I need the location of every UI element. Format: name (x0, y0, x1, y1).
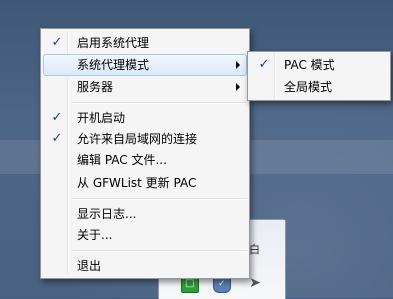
check-icon: ✓ (51, 131, 63, 146)
green-app-glyph: □ (185, 278, 195, 289)
menu-item-label: 允许来自局域网的连接 (77, 132, 198, 146)
menu-separator (71, 102, 247, 103)
menu-item-servers[interactable]: 服务器 (43, 76, 247, 98)
menu-separator (71, 250, 247, 251)
partial-tray-glyph: 白 (249, 243, 260, 256)
context-menu: ✓ 启用系统代理 系统代理模式 服务器 ✓ 开机启动 ✓ 允许来自局域网的连接 … (40, 28, 250, 279)
submenu-arrow-icon (236, 61, 240, 69)
menu-item-show-logs[interactable]: 显示日志... (43, 203, 247, 225)
menu-item-label: 全局模式 (284, 80, 333, 94)
proxy-mode-submenu: ✓ PAC 模式 全局模式 (247, 51, 391, 101)
menu-item-label: 启用系统代理 (77, 36, 150, 50)
submenu-arrow-icon (236, 83, 240, 91)
shield-glyph: ✓ (218, 279, 226, 289)
menu-item-label: 开机启动 (77, 111, 126, 125)
check-icon: ✓ (51, 35, 63, 50)
submenu-item-global-mode[interactable]: 全局模式 (250, 76, 388, 98)
menu-item-label: 服务器 (77, 80, 114, 94)
menu-item-about[interactable]: 关于... (43, 224, 247, 246)
check-icon: ✓ (258, 57, 270, 72)
menu-item-label: 关于... (77, 228, 113, 242)
menu-item-update-pac-gfwlist[interactable]: 从 GFWList 更新 PAC (43, 172, 247, 194)
menu-separator (71, 198, 247, 199)
check-icon: ✓ (51, 110, 63, 125)
menu-item-label: 退出 (77, 259, 102, 273)
submenu-item-pac-mode[interactable]: ✓ PAC 模式 (250, 54, 388, 76)
menu-item-label: 编辑 PAC 文件... (77, 153, 167, 167)
menu-item-start-on-boot[interactable]: ✓ 开机启动 (43, 107, 247, 129)
menu-item-edit-pac[interactable]: 编辑 PAC 文件... (43, 149, 247, 171)
menu-item-label: PAC 模式 (284, 58, 335, 72)
menu-item-label: 系统代理模式 (77, 58, 150, 72)
menu-item-label: 从 GFWList 更新 PAC (77, 176, 197, 190)
menu-item-allow-lan[interactable]: ✓ 允许来自局域网的连接 (43, 128, 247, 150)
menu-item-label: 显示日志... (77, 207, 137, 221)
menu-item-enable-system-proxy[interactable]: ✓ 启用系统代理 (43, 32, 247, 54)
menu-item-system-proxy-mode[interactable]: 系统代理模式 (43, 54, 247, 76)
menu-item-quit[interactable]: 退出 (43, 255, 247, 277)
